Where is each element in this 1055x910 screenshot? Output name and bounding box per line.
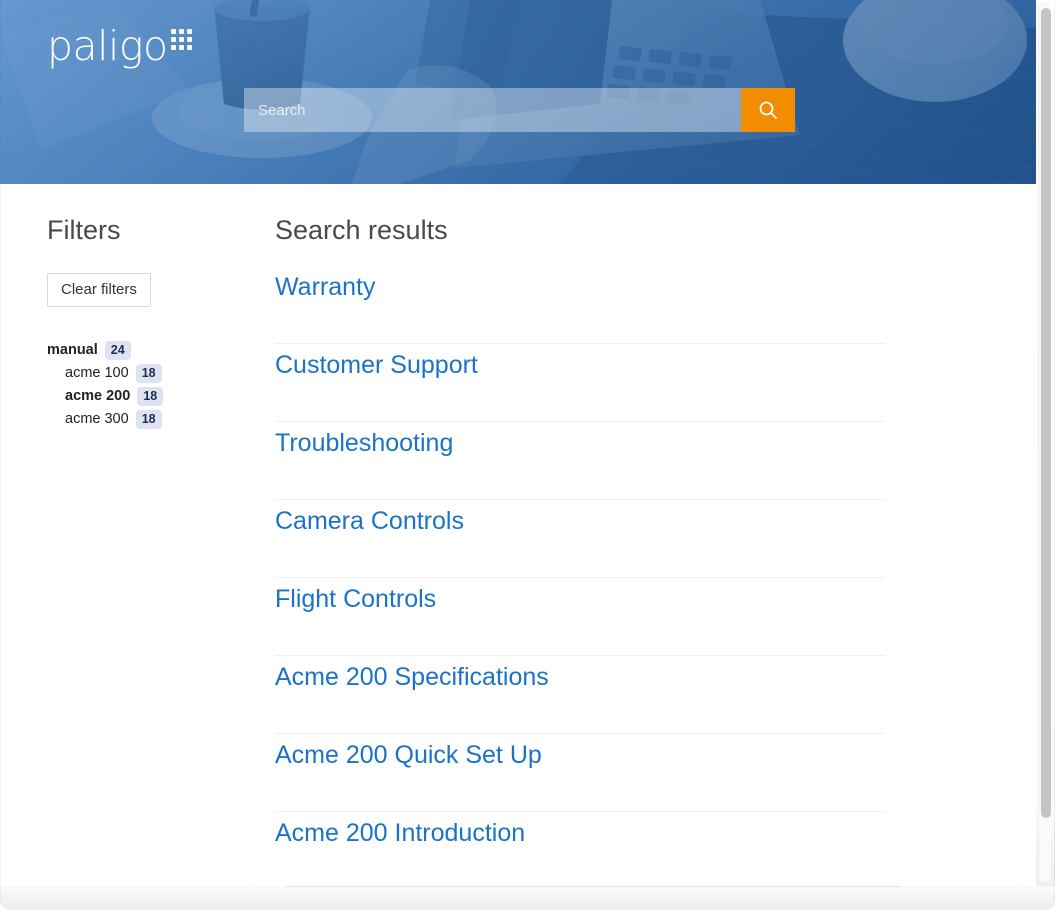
result-item: Warranty	[275, 272, 885, 344]
result-link-warranty[interactable]: Warranty	[275, 272, 885, 343]
facet-item-manual[interactable]: manual 24	[47, 339, 240, 362]
search-submit-button[interactable]	[741, 88, 795, 132]
facet-item-acme-200[interactable]: acme 200 18	[47, 385, 240, 408]
paligo-logo[interactable]: paligo	[47, 26, 192, 67]
window-left-edge	[0, 0, 1, 910]
hero-banner: paligo	[0, 0, 1036, 184]
filters-heading: Filters	[47, 214, 240, 246]
result-link-acme-200-quick-set-up[interactable]: Acme 200 Quick Set Up	[275, 734, 885, 811]
result-link-customer-support[interactable]: Customer Support	[275, 344, 885, 421]
facet-count-badge: 18	[136, 364, 162, 383]
grid-dots-icon	[171, 29, 192, 50]
result-link-flight-controls[interactable]: Flight Controls	[275, 578, 885, 655]
page-viewport: paligo	[0, 0, 1036, 886]
result-link-troubleshooting[interactable]: Troubleshooting	[275, 422, 885, 499]
search-input[interactable]	[244, 88, 741, 132]
result-link-camera-controls[interactable]: Camera Controls	[275, 500, 885, 577]
result-item: Flight Controls	[275, 578, 885, 656]
page-content: Filters Clear filters manual 24 acme 100…	[0, 184, 1036, 886]
result-item: Customer Support	[275, 344, 885, 422]
facet-count-badge: 24	[105, 341, 131, 360]
facet-count-badge: 18	[136, 410, 162, 429]
result-item: Acme 200 Quick Set Up	[275, 734, 885, 812]
facet-item-acme-100[interactable]: acme 100 18	[47, 362, 240, 385]
facet-label: acme 200	[65, 385, 130, 408]
vertical-scrollbar-track[interactable]	[1038, 2, 1051, 882]
vertical-scrollbar-thumb[interactable]	[1041, 8, 1051, 818]
result-link-acme-200-introduction[interactable]: Acme 200 Introduction	[275, 812, 885, 886]
search-results-list: Warranty Customer Support Troubleshootin…	[275, 272, 1036, 886]
facet-count-badge: 18	[137, 387, 163, 406]
logo-wordmark: paligo	[47, 26, 168, 67]
window-footer	[0, 886, 1055, 910]
result-item: Camera Controls	[275, 500, 885, 578]
browser-window: paligo	[0, 0, 1055, 910]
facet-item-acme-300[interactable]: acme 300 18	[47, 408, 240, 431]
search-bar	[244, 88, 795, 132]
result-item: Acme 200 Specifications	[275, 656, 885, 734]
facet-label: manual	[47, 339, 98, 362]
result-link-acme-200-specifications[interactable]: Acme 200 Specifications	[275, 656, 885, 733]
facet-label: acme 300	[65, 408, 129, 431]
filters-sidebar: Filters Clear filters manual 24 acme 100…	[0, 184, 240, 886]
facet-label: acme 100	[65, 362, 129, 385]
footer-divider	[285, 886, 900, 887]
result-item: Troubleshooting	[275, 422, 885, 500]
search-results-panel: Search results Warranty Customer Support…	[240, 184, 1036, 886]
clear-filters-button[interactable]: Clear filters	[47, 273, 151, 307]
search-results-heading: Search results	[275, 214, 1036, 246]
search-icon	[757, 99, 779, 121]
result-item: Acme 200 Introduction	[275, 812, 885, 886]
facet-list: manual 24 acme 100 18 acme 200 18 acme 3…	[47, 339, 240, 431]
